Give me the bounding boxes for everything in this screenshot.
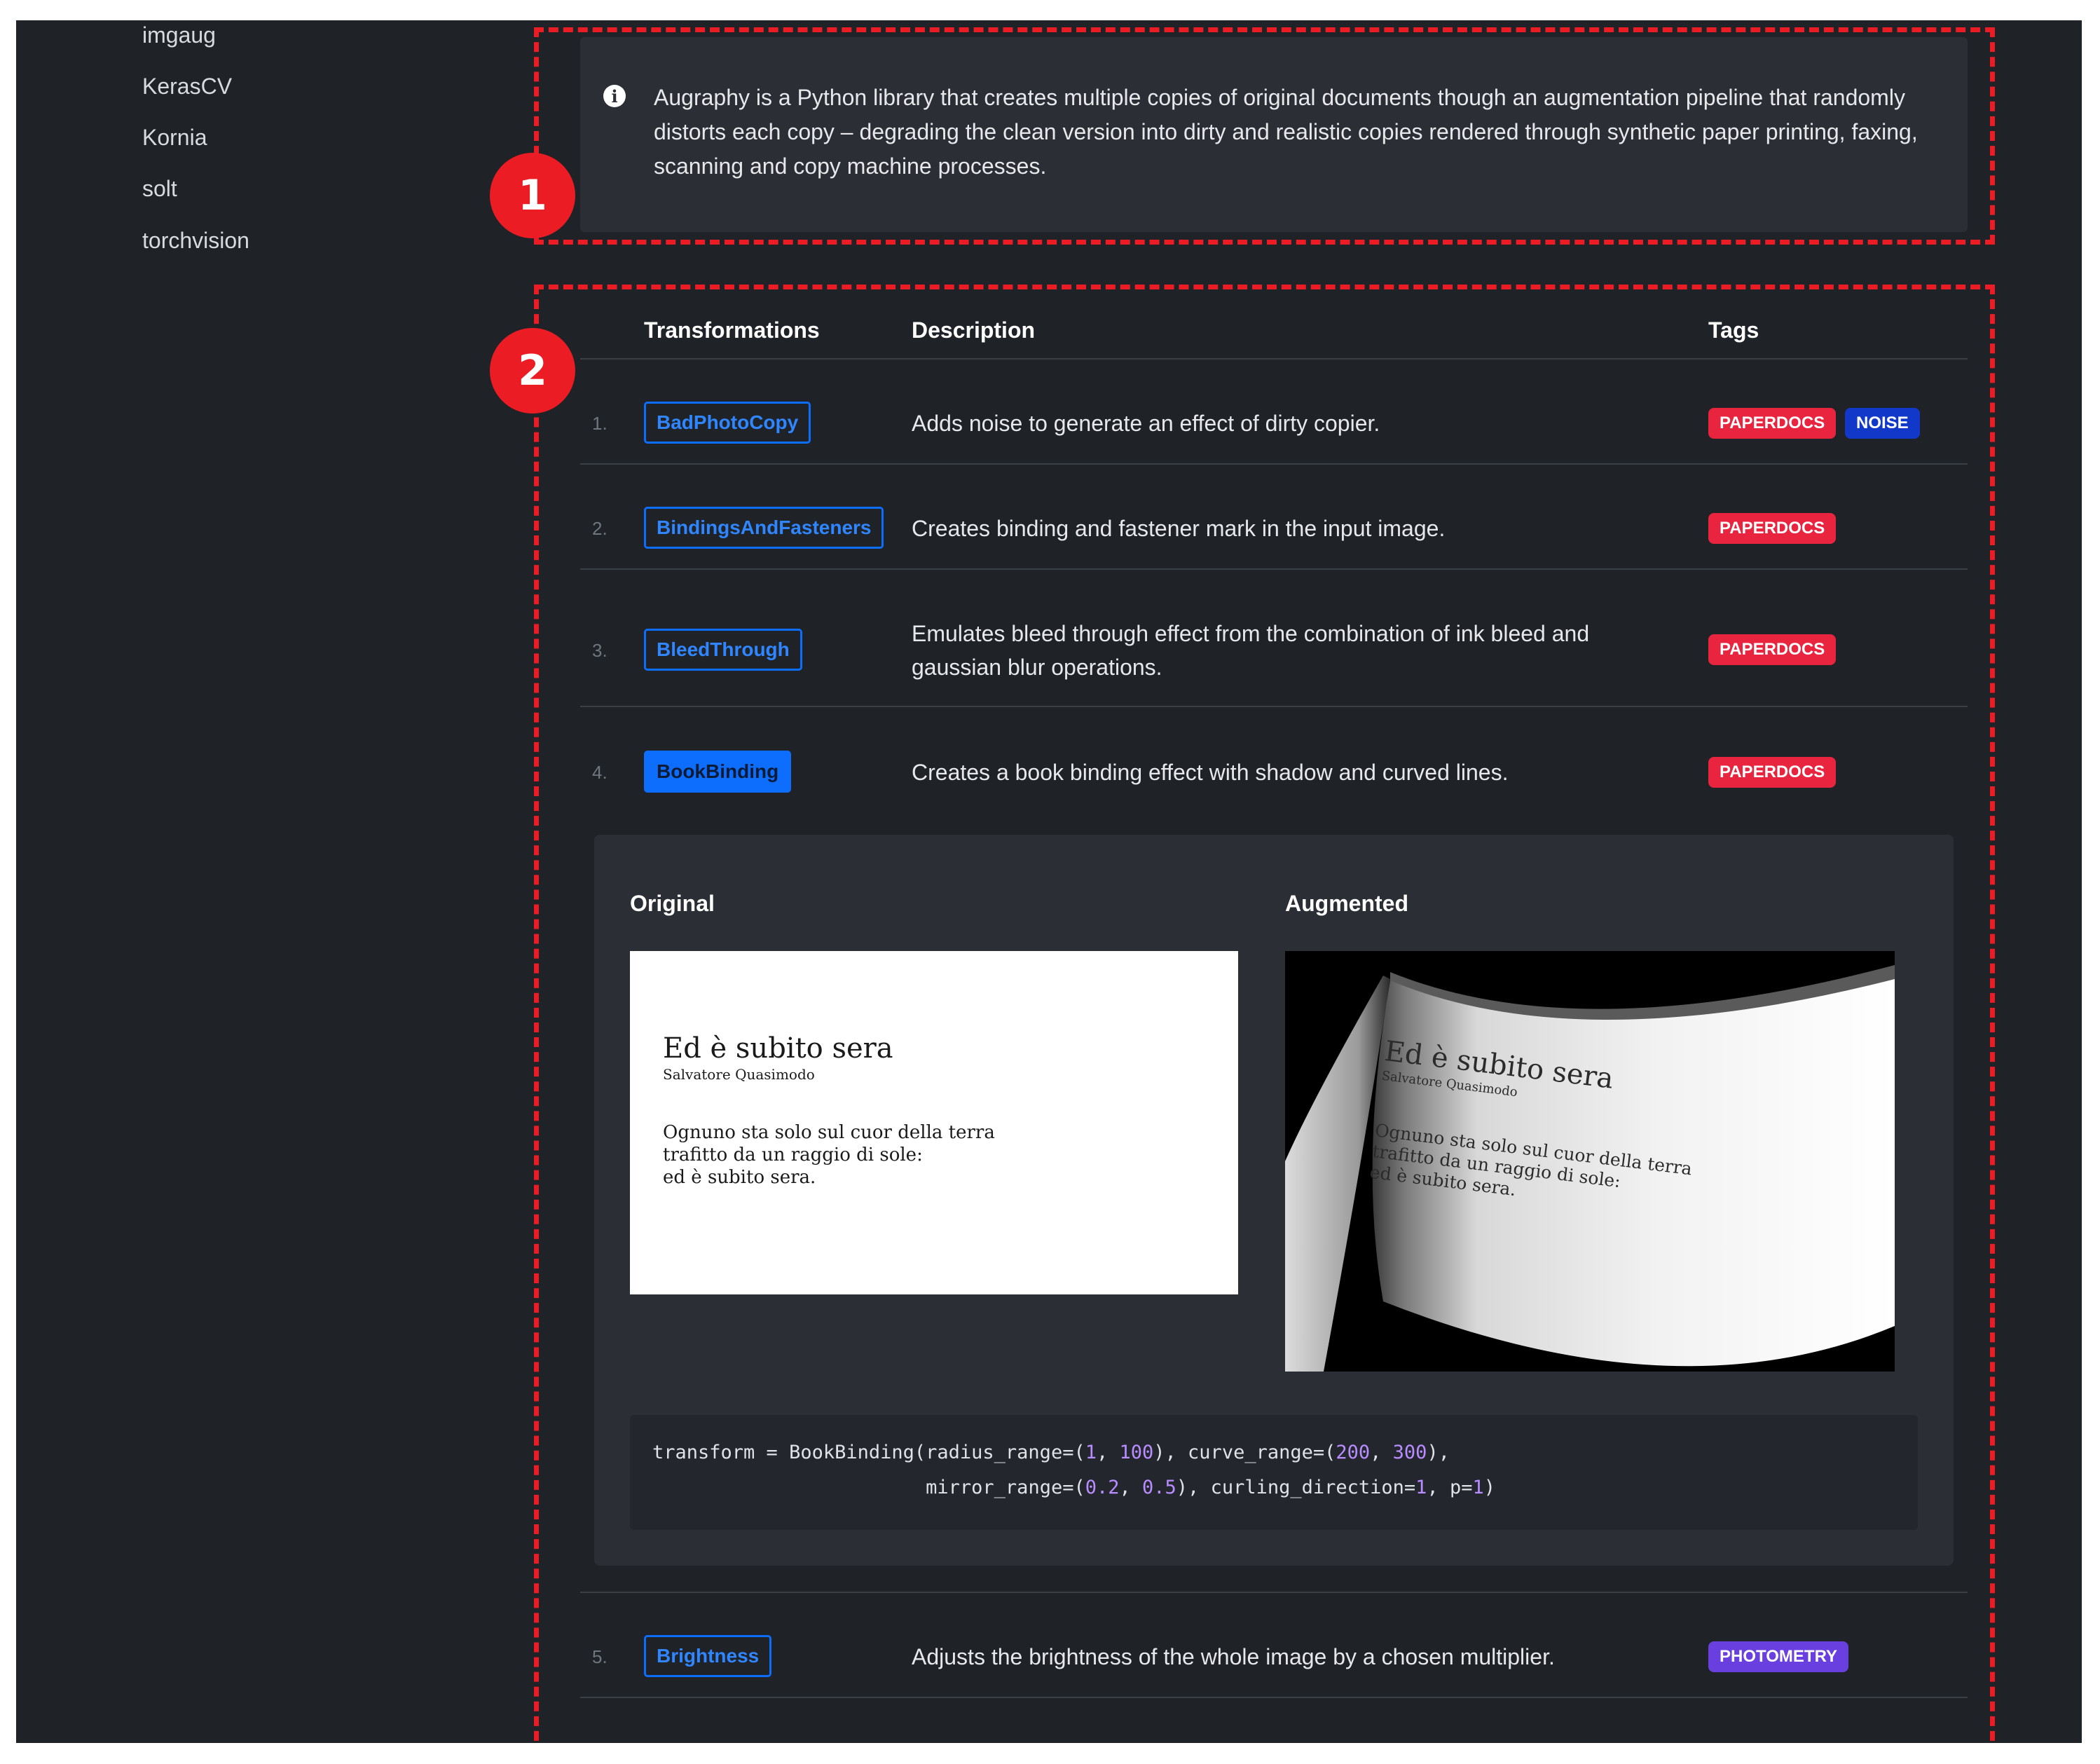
sidebar-item-torchvision[interactable]: torchvision [142,228,249,254]
sidebar-item-imgaug[interactable]: imgaug [142,22,216,48]
annotation-badge-1: 1 [490,153,575,238]
sidebar-item-solt[interactable]: solt [142,176,177,202]
docs-page: imgaug KerasCV Kornia solt torchvision i… [16,20,2082,1743]
annotation-box-2 [534,285,1995,1743]
sidebar-item-kerascv[interactable]: KerasCV [142,74,232,100]
sidebar-item-kornia[interactable]: Kornia [142,125,207,151]
annotation-badge-2: 2 [490,328,575,413]
annotation-box-1 [534,27,1995,245]
